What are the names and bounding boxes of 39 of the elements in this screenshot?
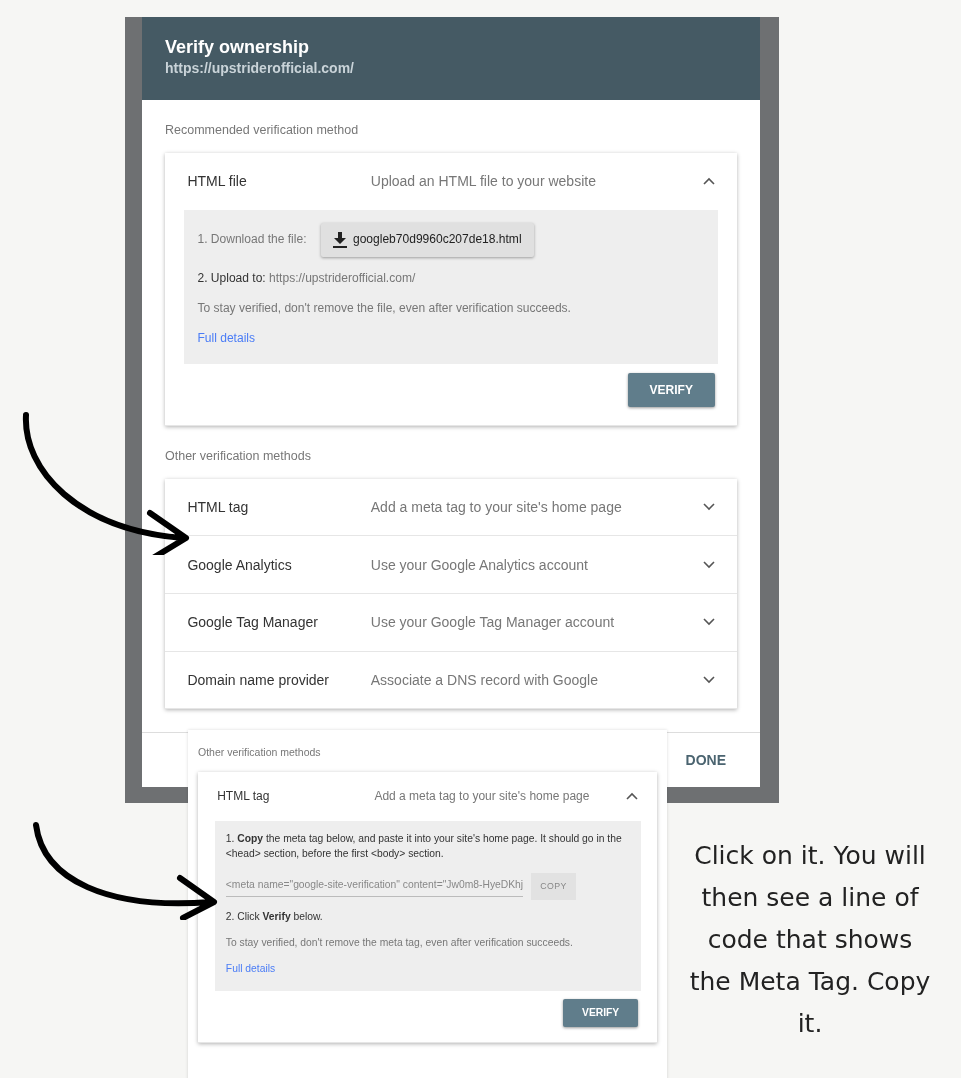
verify-button[interactable]: VERIFY bbox=[627, 373, 715, 407]
download-button[interactable]: googleb70d9960c207de18.html bbox=[320, 222, 534, 258]
method-description: Add a meta tag to your site's home page bbox=[370, 499, 623, 516]
section-heading: Other verification methods bbox=[165, 447, 312, 465]
copy-button[interactable]: COPY bbox=[531, 872, 576, 900]
dialog-title: Verify ownership bbox=[165, 37, 311, 58]
instruction-text: 1. Copy the meta tag below, and paste it into your site's home page. It should go in the <head> section, before the first <body> section. bbox=[225, 832, 623, 862]
note-text: To stay verified, don't remove the meta tag, even after verification succeeds. bbox=[225, 936, 573, 951]
full-details-link[interactable]: Full details bbox=[197, 329, 255, 348]
download-icon bbox=[332, 231, 347, 248]
method-description: Associate a DNS record with Google bbox=[370, 671, 599, 688]
note-text: To stay verified, don't remove the file, even after verification succeeds. bbox=[197, 299, 571, 317]
chevron-down-icon[interactable] bbox=[702, 618, 715, 627]
chevron-down-icon[interactable] bbox=[702, 503, 715, 512]
done-button[interactable]: DONE bbox=[679, 751, 732, 769]
method-description: Add a meta tag to your site's home page bbox=[374, 789, 591, 804]
site-url: https://upstriderofficial.com/ bbox=[165, 60, 355, 76]
method-name: Domain name provider bbox=[187, 671, 330, 688]
chevron-up-icon[interactable] bbox=[625, 792, 638, 801]
instruction-text: 2. Click Verify below. bbox=[225, 910, 323, 925]
upload-instruction: 2. Upload to: https://upstriderofficial.com/ bbox=[197, 269, 416, 287]
chevron-down-icon[interactable] bbox=[702, 560, 715, 569]
method-name: Google Tag Manager bbox=[187, 614, 319, 631]
chevron-down-icon[interactable] bbox=[702, 675, 715, 684]
section-heading: Other verification methods bbox=[198, 745, 322, 760]
method-name: Google Analytics bbox=[187, 556, 293, 573]
method-name: HTML tag bbox=[217, 789, 271, 804]
method-description: Upload an HTML file to your website bbox=[370, 173, 597, 190]
method-name: HTML tag bbox=[187, 499, 250, 516]
chevron-up-icon[interactable] bbox=[702, 177, 715, 186]
caption-text: Click on it. You will then see a line of code that shows the Meta Tag. Copy it. bbox=[688, 840, 932, 1040]
method-name: HTML file bbox=[187, 173, 248, 190]
full-details-link[interactable]: Full details bbox=[225, 962, 276, 977]
code-field[interactable]: <meta name="google-site-verification" content="Jw0m8-HyeDKhj bbox=[225, 875, 524, 898]
verify-button[interactable]: VERIFY bbox=[563, 999, 638, 1027]
method-description: Use your Google Analytics account bbox=[370, 556, 589, 573]
method-description: Use your Google Tag Manager account bbox=[370, 614, 616, 631]
step-label: 1. Download the file: bbox=[197, 231, 307, 249]
section-heading: Recommended verification method bbox=[165, 122, 360, 139]
